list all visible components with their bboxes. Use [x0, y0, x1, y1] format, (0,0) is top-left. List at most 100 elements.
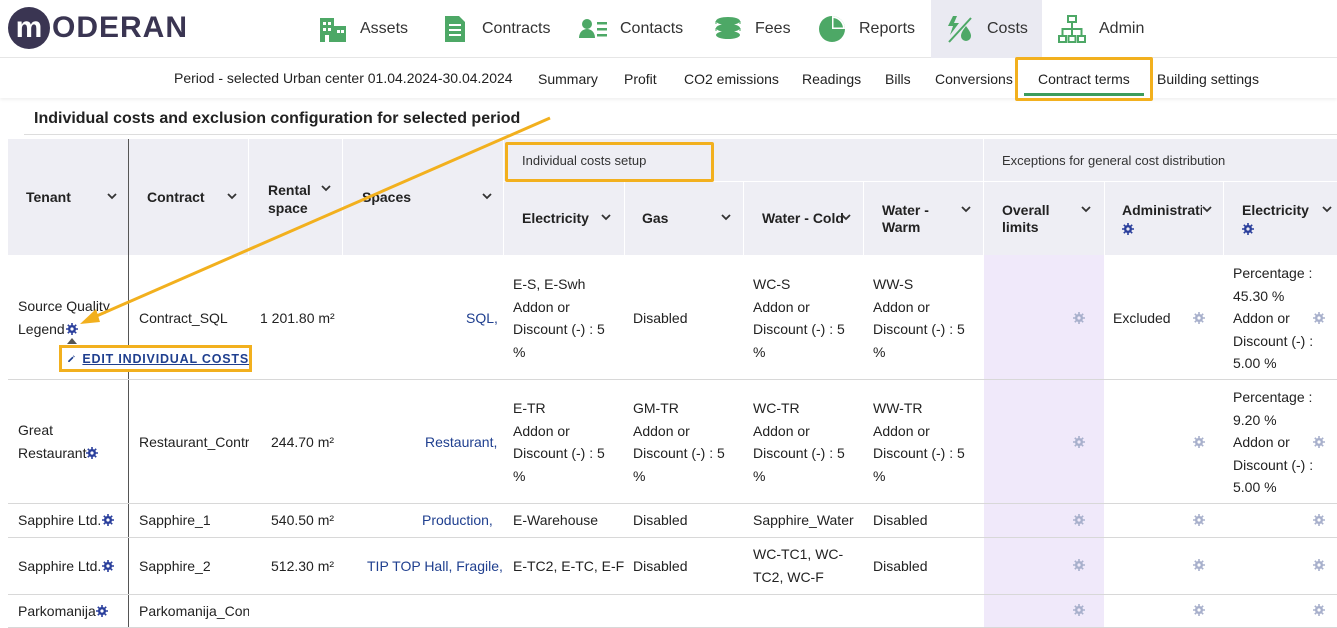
nav-admin[interactable]: Admin [1057, 0, 1144, 58]
gear-icon[interactable] [86, 447, 98, 459]
rental-space-cell: 244.70 m² [271, 434, 335, 450]
cell-line: % [513, 343, 526, 360]
gas-cell: Disabled [633, 512, 688, 528]
pie-chart-icon [819, 16, 845, 42]
nav-fees[interactable]: Fees [713, 0, 791, 58]
tab-readings[interactable]: Readings [802, 71, 861, 87]
nav-costs[interactable]: Costs [931, 0, 1042, 58]
spaces-cell[interactable]: Restaurant, [425, 431, 497, 454]
nav-reports[interactable]: Reports [817, 0, 915, 58]
chevron-down-icon[interactable] [841, 214, 851, 221]
contract-cell[interactable]: Restaurant_Contr [139, 431, 249, 454]
contract-cell[interactable]: Sapphire_1 [139, 509, 211, 532]
spaces-cell[interactable]: TIP TOP Hall, Fragile, [367, 555, 503, 578]
tab-building-settings[interactable]: Building settings [1157, 71, 1259, 87]
col-header-ex-electricity[interactable]: Electricity [1242, 202, 1309, 218]
chevron-down-icon[interactable] [961, 206, 971, 213]
gear-icon[interactable] [1073, 559, 1085, 571]
gear-icon[interactable] [1313, 604, 1325, 616]
chevron-down-icon[interactable] [1081, 206, 1091, 213]
gear-icon[interactable] [102, 560, 114, 572]
nav-contracts[interactable]: Contracts [440, 0, 550, 58]
col-header-gas[interactable]: Gas [642, 210, 668, 226]
edit-individual-costs-button[interactable]: EDIT INDIVIDUAL COSTS [59, 345, 252, 372]
water-cold-cell: WC-TC1, WC- TC2, WC-F [753, 543, 843, 588]
tab-co2-emissions[interactable]: CO2 emissions [684, 71, 779, 87]
gear-icon[interactable] [1313, 312, 1325, 324]
tenant-cell[interactable]: Source Quality Legend [18, 295, 110, 340]
tab-profit[interactable]: Profit [624, 71, 657, 87]
chevron-down-icon[interactable] [482, 193, 492, 200]
gear-icon[interactable] [102, 514, 114, 526]
cell-line: Discount (-) : 5 [633, 445, 725, 461]
gear-icon[interactable] [1073, 312, 1085, 324]
chevron-down-icon[interactable] [321, 185, 331, 192]
col-header-tenant[interactable]: Tenant [26, 189, 71, 205]
gear-icon[interactable] [1073, 604, 1085, 616]
gear-icon[interactable] [1193, 312, 1205, 324]
gear-icon[interactable] [1073, 436, 1085, 448]
gear-icon[interactable] [66, 323, 78, 335]
nav-assets[interactable]: Assets [318, 0, 408, 58]
tab-bills[interactable]: Bills [885, 71, 911, 87]
frozen-column-divider [128, 139, 129, 628]
header-divider [743, 181, 744, 255]
gear-icon[interactable] [1073, 514, 1085, 526]
administration-cell: Excluded [1113, 310, 1171, 326]
col-header-administration[interactable]: Administration [1122, 202, 1202, 218]
chevron-down-icon[interactable] [227, 193, 237, 200]
col-header-spaces[interactable]: Spaces [362, 189, 411, 205]
tab-summary[interactable]: Summary [538, 71, 598, 87]
contract-cell[interactable]: Sapphire_2 [139, 555, 211, 578]
period-label: Period - selected Urban center 01.04.202… [174, 70, 513, 86]
gear-icon[interactable] [1193, 514, 1205, 526]
gear-icon[interactable] [1313, 514, 1325, 526]
col-header-water-cold[interactable]: Water - Cold [762, 210, 844, 226]
gear-icon[interactable] [1313, 559, 1325, 571]
gear-icon[interactable] [1242, 223, 1254, 235]
cell-line: Addon or [513, 298, 570, 315]
cell-line: Addon or [633, 422, 690, 439]
nav-contacts[interactable]: Contacts [578, 0, 683, 58]
col-header-electricity[interactable]: Electricity [522, 210, 589, 226]
moderan-logo[interactable]: m ODERAN [8, 6, 188, 50]
gear-icon[interactable] [1193, 559, 1205, 571]
spaces-cell[interactable]: SQL, [466, 307, 498, 330]
chevron-down-icon[interactable] [601, 214, 611, 221]
chevron-down-icon[interactable] [1322, 206, 1332, 213]
spaces-cell[interactable]: Production, [422, 509, 493, 532]
tenant-name[interactable]: Sapphire Ltd. [18, 555, 101, 578]
gear-icon[interactable] [96, 605, 108, 617]
chevron-down-icon[interactable] [1202, 206, 1212, 213]
gear-icon[interactable] [1193, 436, 1205, 448]
tenant-name: Source Quality [18, 298, 110, 314]
gear-icon[interactable] [1313, 436, 1325, 448]
contacts-icon [579, 19, 607, 38]
tab-conversions[interactable]: Conversions [935, 71, 1013, 87]
cell-line: WW-TR [873, 400, 923, 416]
tab-contract-terms[interactable]: Contract terms [1038, 71, 1130, 87]
tenant-cell[interactable]: Great Restaurant [18, 419, 86, 464]
cell-line: Discount (-) : 5 [753, 321, 845, 337]
header-line: limits [1002, 219, 1039, 235]
col-header-overall-limits[interactable]: Overall limits [1002, 202, 1049, 236]
overall-limits-column [984, 255, 1104, 628]
tenant-name[interactable]: Parkomanija [18, 600, 96, 623]
chevron-down-icon[interactable] [721, 214, 731, 221]
header-divider [1104, 181, 1105, 255]
nav-label: Costs [987, 20, 1028, 37]
gear-icon[interactable] [1193, 604, 1205, 616]
col-header-contract[interactable]: Contract [147, 189, 205, 205]
col-header-water-warm[interactable]: Water - Warm [882, 202, 929, 236]
electricity-cell: E-S, E-Swh Addon or Discount (-) : 5 % [513, 273, 605, 363]
contract-cell[interactable]: Parkomanija_Con [139, 600, 249, 623]
gear-icon[interactable] [1122, 223, 1134, 235]
sub-navigation: Period - selected Urban center 01.04.202… [0, 58, 1337, 98]
cell-line: % [753, 467, 766, 484]
tenant-name[interactable]: Sapphire Ltd. [18, 509, 101, 532]
cell-line: WC-TR [753, 400, 800, 416]
chevron-down-icon[interactable] [107, 193, 117, 200]
contract-cell[interactable]: Contract_SQL [139, 307, 228, 330]
cell-line: Addon or [753, 298, 810, 315]
col-header-rental-space[interactable]: Rental space [268, 181, 311, 217]
